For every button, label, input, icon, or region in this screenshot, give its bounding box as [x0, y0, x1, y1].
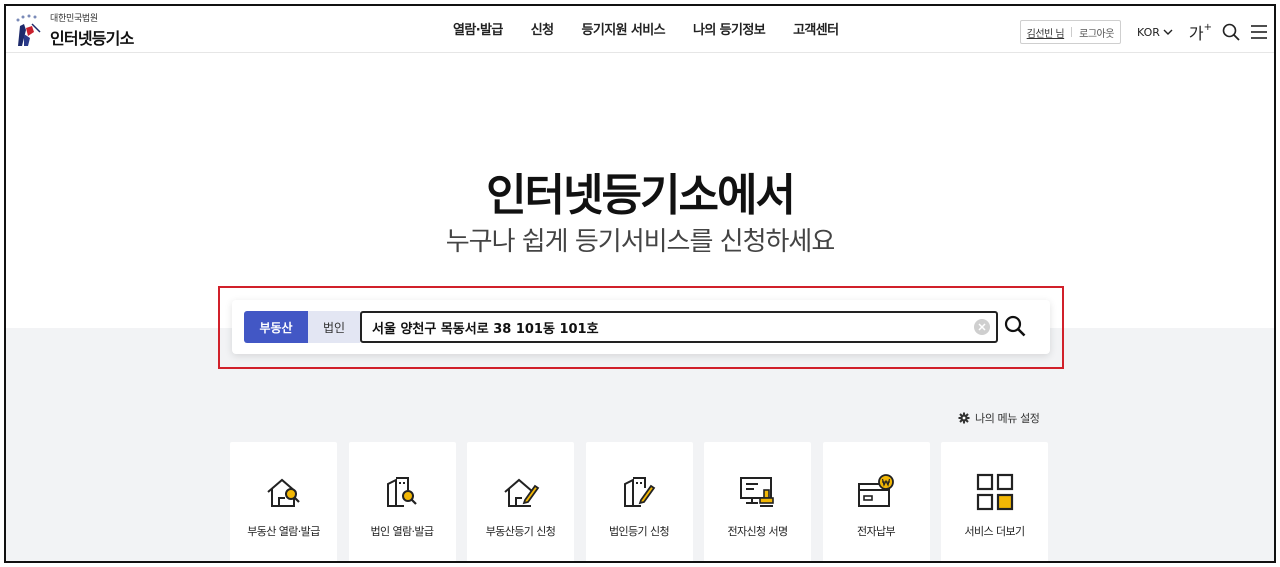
divider — [1071, 27, 1073, 37]
nav-customer-center[interactable]: 고객센터 — [779, 19, 852, 38]
quick-menu-label: 부동산등기 신청 — [485, 525, 556, 538]
card-won-icon — [858, 474, 894, 507]
quick-menu-label: 부동산 열람·발급 — [247, 525, 320, 538]
chevron-down-icon — [1163, 29, 1173, 35]
nav-support-service[interactable]: 등기지원 서비스 — [568, 19, 679, 38]
quick-menu-item[interactable]: 전자신청 서명 — [704, 442, 811, 561]
nav-view-issue[interactable]: 열람·발급 — [439, 19, 517, 38]
quick-menu-label: 법인등기 신청 — [608, 525, 670, 538]
nav-apply[interactable]: 신청 — [517, 19, 568, 38]
font-size-button[interactable]: 가+ — [1189, 20, 1212, 44]
quick-menu-label: 법인 열람·발급 — [370, 525, 435, 538]
site-logo[interactable]: 대한민국법원 인터넷등기소 — [12, 11, 134, 49]
browser-frame: 대한민국법원 인터넷등기소 열람·발급 신청 등기지원 서비스 나의 등기정보 … — [4, 4, 1276, 563]
hero-subtitle: 누구나 쉽게 등기서비스를 신청하세요 — [445, 227, 836, 257]
logout-button[interactable]: 로그아웃 — [1079, 25, 1114, 40]
logo-subtitle: 대한민국법원 — [50, 14, 98, 24]
building-search-icon — [387, 477, 417, 507]
court-emblem-icon — [12, 12, 48, 48]
logo-title: 인터넷등기소 — [50, 29, 134, 48]
close-icon — [978, 323, 986, 331]
house-search-icon — [266, 478, 300, 507]
search-submit-button[interactable] — [1004, 315, 1026, 341]
nav-my-registry-info[interactable]: 나의 등기정보 — [679, 19, 779, 38]
quick-menu-item[interactable]: 부동산등기 신청 — [467, 442, 574, 561]
quick-menu-item[interactable]: 법인 열람·발급 — [348, 442, 456, 561]
quick-menu-item[interactable]: 전자납부 — [822, 442, 930, 561]
building-pen-icon — [624, 477, 656, 507]
search-icon — [1222, 23, 1240, 41]
clear-input-button[interactable] — [974, 319, 990, 335]
site-header: 대한민국법원 인터넷등기소 열람·발급 신청 등기지원 서비스 나의 등기정보 … — [6, 6, 1274, 53]
grid-more-icon — [976, 473, 1013, 511]
menu-button[interactable] — [1250, 24, 1268, 40]
tab-real-estate[interactable]: 부동산 — [244, 311, 308, 343]
quick-menu-item[interactable]: 법인등기 신청 — [585, 442, 693, 561]
user-name-link[interactable]: 김선빈 님 — [1027, 25, 1065, 40]
hamburger-icon — [1251, 25, 1267, 39]
font-size-plus: + — [1203, 21, 1212, 33]
monitor-stamp-icon — [739, 477, 774, 507]
language-selector[interactable]: KOR — [1137, 26, 1173, 39]
main-nav: 열람·발급 신청 등기지원 서비스 나의 등기정보 고객센터 — [439, 19, 853, 38]
gear-icon — [958, 412, 970, 424]
my-menu-settings-link[interactable]: 나의 메뉴 설정 — [958, 410, 1040, 426]
search-panel: 부동산 법인 — [232, 300, 1050, 354]
hero-title: 인터넷등기소에서 — [486, 170, 796, 221]
search-toggle-button[interactable] — [1222, 23, 1240, 41]
quick-menu-label: 전자납부 — [856, 525, 896, 538]
font-size-label: 가 — [1188, 24, 1204, 43]
search-icon — [1004, 315, 1026, 337]
my-menu-settings-label: 나의 메뉴 설정 — [975, 412, 1040, 425]
quick-menu-label: 서비스 더보기 — [964, 525, 1025, 538]
quick-menu-item[interactable]: 부동산 열람·발급 — [230, 442, 337, 561]
house-pen-icon — [503, 478, 539, 507]
language-label: KOR — [1136, 25, 1160, 39]
address-search-input[interactable] — [360, 311, 998, 343]
quick-menu: 부동산 열람·발급 법인 열람·발급 부동산등기 신청 법인등기 신청 전자신청… — [230, 442, 1048, 561]
tab-corporation[interactable]: 법인 — [308, 311, 360, 343]
quick-menu-item[interactable]: 서비스 더보기 — [941, 442, 1048, 561]
quick-menu-label: 전자신청 서명 — [727, 525, 788, 538]
user-box: 김선빈 님 로그아웃 — [1019, 20, 1121, 44]
header-utilities: 김선빈 님 로그아웃 KOR 가+ — [1019, 20, 1268, 44]
